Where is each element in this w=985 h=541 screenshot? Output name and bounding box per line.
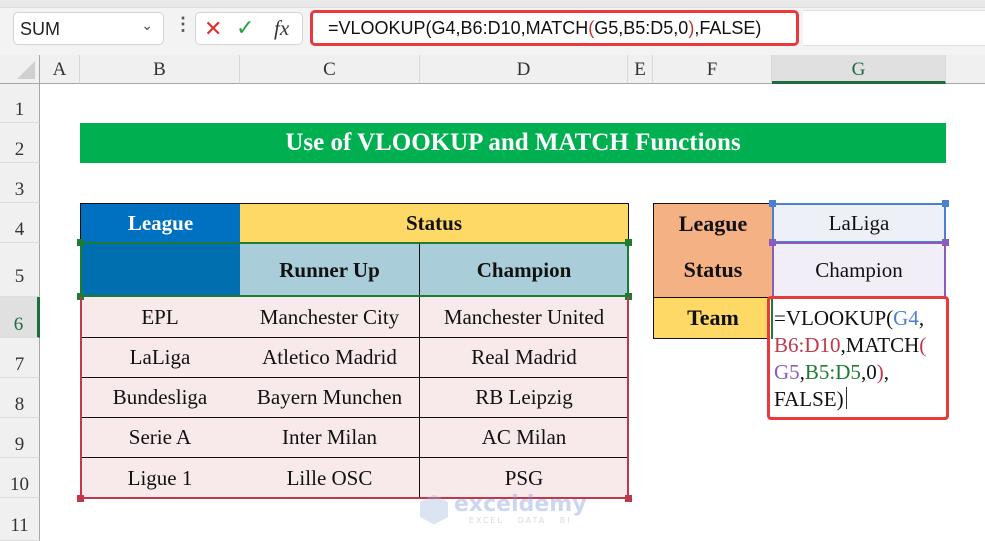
range-handle[interactable] — [769, 200, 776, 207]
select-all-button[interactable] — [0, 55, 40, 84]
watermark-tagline: EXCEL · DATA · BI — [468, 516, 572, 525]
name-box[interactable]: SUM ⌄ — [13, 12, 164, 45]
chevron-down-icon[interactable]: ⌄ — [141, 17, 153, 34]
formula-text: G5,B5:D5,0 — [594, 18, 689, 38]
watermark-name: exceldemy — [454, 492, 587, 517]
range-highlight-b6-d10 — [80, 297, 629, 499]
cancel-icon[interactable]: ✕ — [204, 17, 222, 42]
column-header-d[interactable]: D — [420, 55, 628, 84]
range-handle[interactable] — [769, 239, 776, 246]
formula-fn: ,MATCH — [840, 333, 920, 357]
row-header-10[interactable]: 10 — [0, 458, 40, 498]
lookup-value-status[interactable]: Champion — [772, 242, 946, 298]
formula-ref-b5-d5: B5:D5 — [804, 360, 861, 384]
range-handle[interactable] — [625, 495, 632, 502]
row-header-11[interactable]: 11 — [0, 498, 40, 541]
row-header-3[interactable]: 3 — [0, 163, 40, 203]
row-header-8[interactable]: 8 — [0, 378, 40, 418]
formula-sep: , — [883, 360, 889, 384]
enter-icon[interactable]: ✓ — [236, 16, 254, 41]
row-header-9[interactable]: 9 — [0, 418, 40, 458]
range-handle[interactable] — [942, 200, 949, 207]
formula-input[interactable]: =VLOOKUP(G4,B6:D10,MATCH(G5,B5:D5,0),FAL… — [310, 10, 799, 46]
column-header-c[interactable]: C — [240, 55, 420, 84]
row-header-1[interactable]: 1 — [0, 84, 40, 123]
formula-line: B6:D10,MATCH( — [774, 332, 946, 359]
lookup-value-league[interactable]: LaLiga — [772, 203, 946, 243]
formula-ref-g4: G4 — [893, 306, 919, 330]
formula-line: G5,B5:D5,0), — [774, 359, 946, 386]
row-header-7[interactable]: 7 — [0, 338, 40, 378]
column-header-g[interactable]: G — [772, 55, 946, 84]
insert-function-icon[interactable]: fx — [274, 16, 289, 41]
lookup-label-status[interactable]: Status — [653, 243, 773, 298]
formula-text: ,FALSE) — [694, 18, 762, 38]
formula-controls: ✕ ✓ fx — [195, 12, 303, 45]
active-cell-indicator — [771, 299, 773, 339]
formula-line: =VLOOKUP(G4, — [774, 305, 946, 332]
sheet-title[interactable]: Use of VLOOKUP and MATCH Functions — [80, 123, 946, 163]
header-status[interactable]: Status — [240, 203, 629, 243]
row-header-4[interactable]: 4 — [0, 203, 40, 243]
row-header-6[interactable]: 6 — [0, 297, 40, 338]
more-options-icon[interactable]: ⋮ — [174, 14, 192, 35]
lookup-label-team[interactable]: Team — [653, 297, 773, 339]
formula-sep: , — [918, 306, 925, 330]
column-header-e[interactable]: E — [628, 55, 653, 84]
formula-ref-g5: G5 — [774, 360, 800, 384]
watermark: exceldemy EXCEL · DATA · BI — [420, 494, 587, 525]
column-header-f[interactable]: F — [653, 55, 772, 84]
exceldemy-logo-icon — [420, 494, 448, 525]
formula-input-extension[interactable] — [803, 10, 985, 46]
formula-text: =VLOOKUP(G4,B6:D10,MATCH — [328, 18, 589, 38]
formula-paren: ) — [876, 360, 884, 384]
header-league[interactable]: League — [80, 203, 241, 243]
lookup-label-league[interactable]: League — [653, 203, 773, 244]
range-handle[interactable] — [77, 239, 84, 246]
column-header-h[interactable] — [946, 55, 985, 84]
formula-line: FALSE) — [774, 386, 946, 413]
range-handle[interactable] — [77, 495, 84, 502]
column-header-a[interactable]: A — [40, 55, 80, 84]
row-header-2[interactable]: 2 — [0, 123, 40, 163]
column-header-b[interactable]: B — [80, 55, 240, 84]
row-header-5[interactable]: 5 — [0, 243, 40, 297]
formula-paren: ( — [919, 333, 927, 357]
formula-ref-b6-d10: B6:D10 — [774, 333, 841, 357]
range-highlight-b5-d5 — [80, 242, 629, 297]
formula-arg: ,0 — [860, 360, 877, 384]
text-cursor — [845, 387, 847, 409]
name-box-value: SUM — [20, 19, 60, 39]
select-all-triangle-icon — [17, 61, 35, 79]
ribbon-edge — [0, 0, 985, 8]
range-handle[interactable] — [625, 239, 632, 246]
range-handle[interactable] — [942, 239, 949, 246]
formula-fn: =VLOOKUP( — [774, 306, 894, 330]
formula-arg: FALSE) — [774, 387, 844, 411]
formula-cell-g6[interactable]: =VLOOKUP(G4, B6:D10,MATCH( G5,B5:D5,0), … — [767, 296, 949, 420]
